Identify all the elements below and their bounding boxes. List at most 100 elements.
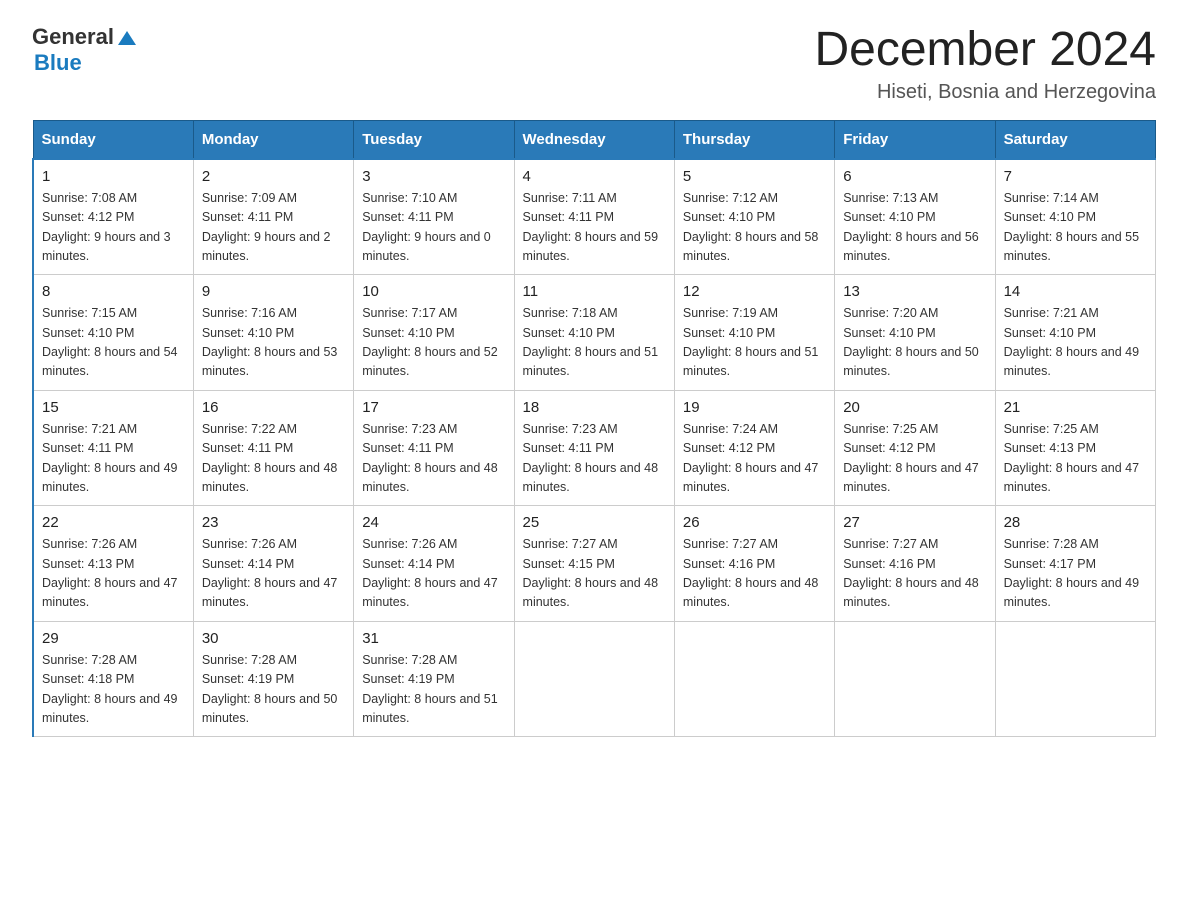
day-number: 16 [202, 399, 345, 416]
day-number: 21 [1004, 399, 1147, 416]
day-info: Sunrise: 7:15 AMSunset: 4:10 PMDaylight:… [42, 306, 178, 378]
day-number: 14 [1004, 283, 1147, 300]
calendar-cell: 31 Sunrise: 7:28 AMSunset: 4:19 PMDaylig… [354, 621, 514, 737]
calendar-cell: 24 Sunrise: 7:26 AMSunset: 4:14 PMDaylig… [354, 506, 514, 622]
day-info: Sunrise: 7:10 AMSunset: 4:11 PMDaylight:… [362, 191, 491, 263]
day-info: Sunrise: 7:23 AMSunset: 4:11 PMDaylight:… [362, 422, 498, 494]
day-info: Sunrise: 7:27 AMSunset: 4:15 PMDaylight:… [523, 537, 659, 609]
day-number: 1 [42, 168, 185, 185]
day-info: Sunrise: 7:14 AMSunset: 4:10 PMDaylight:… [1004, 191, 1140, 263]
day-info: Sunrise: 7:09 AMSunset: 4:11 PMDaylight:… [202, 191, 331, 263]
calendar-header: SundayMondayTuesdayWednesdayThursdayFrid… [33, 120, 1156, 159]
calendar-week-4: 22 Sunrise: 7:26 AMSunset: 4:13 PMDaylig… [33, 506, 1156, 622]
header-cell-sunday: Sunday [33, 120, 193, 159]
calendar-cell: 13 Sunrise: 7:20 AMSunset: 4:10 PMDaylig… [835, 275, 995, 391]
day-info: Sunrise: 7:20 AMSunset: 4:10 PMDaylight:… [843, 306, 979, 378]
calendar-week-1: 1 Sunrise: 7:08 AMSunset: 4:12 PMDayligh… [33, 159, 1156, 275]
day-info: Sunrise: 7:22 AMSunset: 4:11 PMDaylight:… [202, 422, 338, 494]
day-number: 6 [843, 168, 986, 185]
calendar-cell: 27 Sunrise: 7:27 AMSunset: 4:16 PMDaylig… [835, 506, 995, 622]
day-info: Sunrise: 7:21 AMSunset: 4:11 PMDaylight:… [42, 422, 178, 494]
calendar-cell: 26 Sunrise: 7:27 AMSunset: 4:16 PMDaylig… [674, 506, 834, 622]
day-info: Sunrise: 7:28 AMSunset: 4:18 PMDaylight:… [42, 653, 178, 725]
day-info: Sunrise: 7:26 AMSunset: 4:14 PMDaylight:… [362, 537, 498, 609]
calendar-cell [674, 621, 834, 737]
day-number: 31 [362, 630, 505, 647]
day-info: Sunrise: 7:08 AMSunset: 4:12 PMDaylight:… [42, 191, 171, 263]
calendar-cell: 29 Sunrise: 7:28 AMSunset: 4:18 PMDaylig… [33, 621, 193, 737]
calendar-cell: 2 Sunrise: 7:09 AMSunset: 4:11 PMDayligh… [193, 159, 353, 275]
day-info: Sunrise: 7:28 AMSunset: 4:19 PMDaylight:… [202, 653, 338, 725]
day-number: 10 [362, 283, 505, 300]
day-info: Sunrise: 7:21 AMSunset: 4:10 PMDaylight:… [1004, 306, 1140, 378]
day-info: Sunrise: 7:19 AMSunset: 4:10 PMDaylight:… [683, 306, 819, 378]
calendar-cell [835, 621, 995, 737]
day-number: 22 [42, 514, 185, 531]
day-info: Sunrise: 7:23 AMSunset: 4:11 PMDaylight:… [523, 422, 659, 494]
calendar-cell: 14 Sunrise: 7:21 AMSunset: 4:10 PMDaylig… [995, 275, 1155, 391]
day-number: 11 [523, 283, 666, 300]
calendar-cell: 16 Sunrise: 7:22 AMSunset: 4:11 PMDaylig… [193, 390, 353, 506]
calendar-table: SundayMondayTuesdayWednesdayThursdayFrid… [32, 120, 1156, 738]
calendar-cell: 4 Sunrise: 7:11 AMSunset: 4:11 PMDayligh… [514, 159, 674, 275]
day-info: Sunrise: 7:26 AMSunset: 4:13 PMDaylight:… [42, 537, 178, 609]
day-number: 29 [42, 630, 185, 647]
calendar-cell: 18 Sunrise: 7:23 AMSunset: 4:11 PMDaylig… [514, 390, 674, 506]
day-number: 26 [683, 514, 826, 531]
calendar-cell: 22 Sunrise: 7:26 AMSunset: 4:13 PMDaylig… [33, 506, 193, 622]
calendar-week-5: 29 Sunrise: 7:28 AMSunset: 4:18 PMDaylig… [33, 621, 1156, 737]
calendar-cell: 6 Sunrise: 7:13 AMSunset: 4:10 PMDayligh… [835, 159, 995, 275]
logo-blue-text: Blue [34, 50, 82, 76]
page-title: December 2024 [814, 24, 1156, 77]
day-info: Sunrise: 7:18 AMSunset: 4:10 PMDaylight:… [523, 306, 659, 378]
header-cell-wednesday: Wednesday [514, 120, 674, 159]
day-info: Sunrise: 7:26 AMSunset: 4:14 PMDaylight:… [202, 537, 338, 609]
header-cell-tuesday: Tuesday [354, 120, 514, 159]
logo: General Blue [32, 24, 136, 76]
calendar-cell: 21 Sunrise: 7:25 AMSunset: 4:13 PMDaylig… [995, 390, 1155, 506]
day-number: 18 [523, 399, 666, 416]
day-number: 8 [42, 283, 185, 300]
calendar-cell [995, 621, 1155, 737]
day-info: Sunrise: 7:24 AMSunset: 4:12 PMDaylight:… [683, 422, 819, 494]
day-number: 28 [1004, 514, 1147, 531]
day-info: Sunrise: 7:27 AMSunset: 4:16 PMDaylight:… [843, 537, 979, 609]
day-number: 2 [202, 168, 345, 185]
day-info: Sunrise: 7:11 AMSunset: 4:11 PMDaylight:… [523, 191, 659, 263]
day-info: Sunrise: 7:16 AMSunset: 4:10 PMDaylight:… [202, 306, 338, 378]
calendar-cell: 5 Sunrise: 7:12 AMSunset: 4:10 PMDayligh… [674, 159, 834, 275]
logo-general-text: General [32, 24, 114, 50]
day-info: Sunrise: 7:28 AMSunset: 4:17 PMDaylight:… [1004, 537, 1140, 609]
header-row: SundayMondayTuesdayWednesdayThursdayFrid… [33, 120, 1156, 159]
calendar-cell: 30 Sunrise: 7:28 AMSunset: 4:19 PMDaylig… [193, 621, 353, 737]
day-number: 3 [362, 168, 505, 185]
day-number: 7 [1004, 168, 1147, 185]
header-cell-friday: Friday [835, 120, 995, 159]
calendar-cell: 12 Sunrise: 7:19 AMSunset: 4:10 PMDaylig… [674, 275, 834, 391]
day-number: 15 [42, 399, 185, 416]
calendar-cell: 3 Sunrise: 7:10 AMSunset: 4:11 PMDayligh… [354, 159, 514, 275]
day-info: Sunrise: 7:27 AMSunset: 4:16 PMDaylight:… [683, 537, 819, 609]
day-info: Sunrise: 7:25 AMSunset: 4:13 PMDaylight:… [1004, 422, 1140, 494]
calendar-cell: 25 Sunrise: 7:27 AMSunset: 4:15 PMDaylig… [514, 506, 674, 622]
day-number: 25 [523, 514, 666, 531]
calendar-cell: 15 Sunrise: 7:21 AMSunset: 4:11 PMDaylig… [33, 390, 193, 506]
day-number: 4 [523, 168, 666, 185]
day-number: 30 [202, 630, 345, 647]
calendar-cell: 19 Sunrise: 7:24 AMSunset: 4:12 PMDaylig… [674, 390, 834, 506]
calendar-cell: 17 Sunrise: 7:23 AMSunset: 4:11 PMDaylig… [354, 390, 514, 506]
calendar-cell: 20 Sunrise: 7:25 AMSunset: 4:12 PMDaylig… [835, 390, 995, 506]
day-info: Sunrise: 7:28 AMSunset: 4:19 PMDaylight:… [362, 653, 498, 725]
logo-triangle-icon [118, 31, 136, 45]
day-info: Sunrise: 7:25 AMSunset: 4:12 PMDaylight:… [843, 422, 979, 494]
day-number: 27 [843, 514, 986, 531]
page-subtitle: Hiseti, Bosnia and Herzegovina [814, 81, 1156, 104]
header-cell-thursday: Thursday [674, 120, 834, 159]
day-number: 19 [683, 399, 826, 416]
day-number: 24 [362, 514, 505, 531]
day-number: 5 [683, 168, 826, 185]
calendar-week-3: 15 Sunrise: 7:21 AMSunset: 4:11 PMDaylig… [33, 390, 1156, 506]
calendar-cell: 10 Sunrise: 7:17 AMSunset: 4:10 PMDaylig… [354, 275, 514, 391]
calendar-cell [514, 621, 674, 737]
day-info: Sunrise: 7:13 AMSunset: 4:10 PMDaylight:… [843, 191, 979, 263]
